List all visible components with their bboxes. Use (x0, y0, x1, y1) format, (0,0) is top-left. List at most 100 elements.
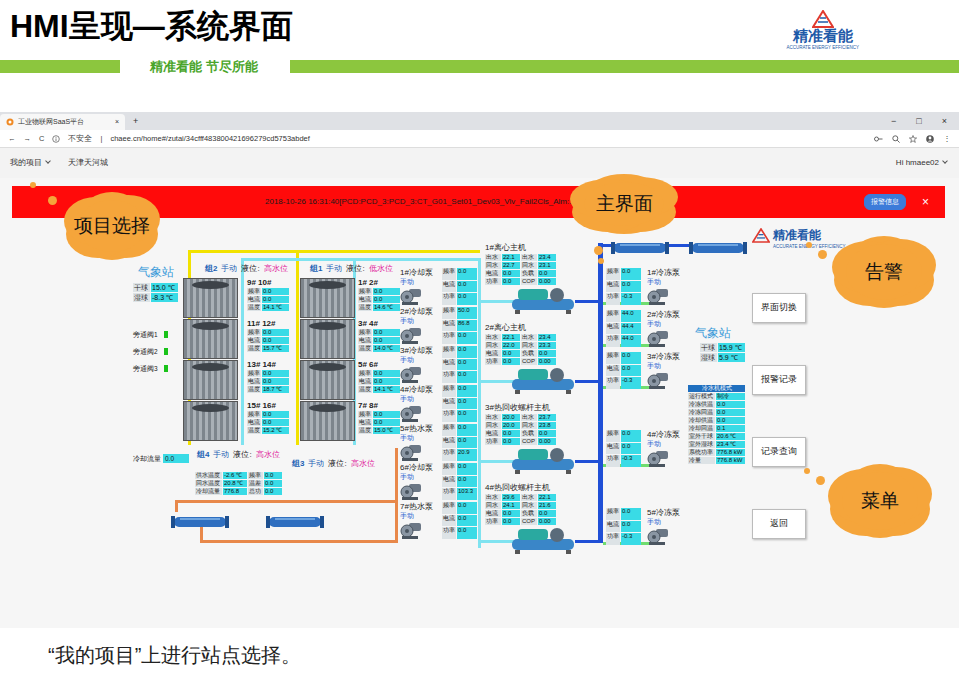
table-cell: 电流 (442, 515, 456, 527)
project-menu[interactable]: 我的项目 (10, 157, 50, 169)
weather-station-title: 气象站 (695, 326, 731, 340)
table-cell: 14.0 ℃ (373, 345, 400, 352)
table-cell: COP (521, 518, 537, 525)
pump-info: 7#热水泵手动 (400, 502, 440, 539)
chiller[interactable]: 4#热回收螺杆主机出水29.6出水22.1回水24.1回水21.6电流0.0负载… (485, 483, 580, 554)
mode-table: 冷水机模式运行模式制冷冷冻供温0.0冷冻回温0.0冷却供温0.0冷却回温0.1室… (688, 385, 745, 464)
pump[interactable]: 5#热水泵手动频率0.0电流0.0功率20.9 (400, 424, 477, 461)
cooling-tower-info: 13# 14#频率0.0电流0.0温度18.7 ℃ (247, 360, 289, 393)
valve-row: 旁通阀2 (133, 343, 168, 360)
url-field[interactable]: chaee.cn/home#/zutai/34cfff4838004216962… (110, 133, 309, 144)
pump[interactable]: 频率0.0电流0.0功率-0.33#冷冻泵手动 (606, 352, 687, 389)
table-cell: 0.0 (502, 278, 520, 285)
table-cell: 回水 (485, 502, 501, 509)
menu-button[interactable]: 界面切换 (752, 293, 806, 323)
menu-button[interactable]: 报警记录 (752, 365, 806, 395)
cooling-tower-icon (183, 319, 238, 359)
pump[interactable]: 3#冷却泵手动频率0.0电流0.0功率0.0 (400, 346, 477, 383)
pump[interactable]: 2#冷却泵手动频率50.0电流86.8功率0.0 (400, 307, 477, 344)
valve-status[interactable] (164, 348, 168, 355)
pump-icon (400, 481, 440, 500)
data-table: 频率0.0电流0.0功率20.9 (442, 424, 477, 461)
table-cell: 回水 (521, 422, 537, 429)
back-button[interactable]: ← (8, 133, 16, 144)
key-icon[interactable] (874, 135, 883, 143)
cooling-tower-info: 3# 4#频率0.0电流0.0温度14.0 ℃ (358, 319, 400, 352)
table-cell: 电流 (606, 443, 620, 455)
forward-button[interactable]: → (24, 133, 32, 144)
alarm-info-button[interactable]: 报警信息 (864, 194, 906, 210)
cooling-tower-icon (300, 319, 355, 359)
table-cell: 776.8 kW (716, 449, 745, 456)
pump-label: 1#冷冻泵 (647, 268, 687, 278)
pipe (241, 258, 244, 445)
maximize-button[interactable]: □ (916, 115, 921, 129)
pump[interactable]: 1#冷却泵手动频率0.0电流0.0功率0.0 (400, 268, 477, 305)
reload-button[interactable]: C (39, 133, 44, 144)
tab-close[interactable]: × (115, 117, 119, 128)
cooling-tower-info: 11# 12#频率0.0电流0.0温度15.7 ℃ (247, 319, 289, 352)
valve-status[interactable] (164, 331, 168, 338)
table-cell: 冷却回温 (688, 425, 715, 432)
browser-menu[interactable]: ⋮ (943, 133, 951, 144)
minimize-button[interactable]: − (891, 115, 896, 129)
new-tab-button[interactable]: + (125, 115, 146, 131)
menu-button[interactable]: 返回 (752, 509, 806, 539)
table-cell: 50.0 (457, 307, 477, 319)
pipe (480, 300, 515, 303)
pump-label: 4#冷却泵 (400, 385, 440, 395)
window-controls: − □ × (879, 115, 959, 131)
table-cell: 15.0 ℃ (151, 283, 178, 292)
table-cell: 20.9 (457, 449, 477, 461)
data-table: 频率0.0电流0.0功率-0.3 (606, 430, 641, 467)
table-cell: 0.0 (373, 419, 400, 426)
table-cell: 温度 (358, 386, 372, 393)
pump[interactable]: 4#冷却泵手动频率0.0电流0.0功率0.0 (400, 385, 477, 422)
chiller[interactable]: 1#离心主机出水22.1出水23.4回水22.7回水23.1电流0.0负载0.0… (485, 243, 580, 314)
pump[interactable]: 频率0.0电流0.0功率-0.35#冷冻泵手动 (606, 508, 687, 545)
table-cell: 频率 (358, 411, 372, 418)
zoom-icon[interactable] (892, 135, 900, 143)
account-icon[interactable] (926, 135, 934, 143)
menu-button[interactable]: 记录查询 (752, 437, 806, 467)
pipe (480, 540, 515, 543)
star-icon[interactable] (909, 135, 917, 143)
pump[interactable]: 6#冷却泵手动频率0.0电流0.0功率103.3 (400, 463, 477, 500)
table-cell: 0.0 (264, 488, 282, 495)
table-cell: 0.0 (621, 521, 641, 533)
table-cell: 0.0 (373, 329, 400, 336)
heat-exchanger-icon (170, 512, 230, 530)
pump[interactable]: 频率0.0电流0.0功率-0.31#冷冻泵手动 (606, 268, 687, 305)
table-cell: 22.1 (538, 494, 556, 501)
slogan: 精准看能 节尽所能 (120, 57, 290, 77)
close-button[interactable]: × (942, 115, 947, 129)
table-cell: 23.8 (538, 422, 556, 429)
table-cell: 电流 (442, 281, 456, 293)
pump[interactable]: 频率0.0电流0.0功率-0.34#冷冻泵手动 (606, 430, 687, 467)
valve-status[interactable] (164, 365, 168, 372)
site-name[interactable]: 天津天河城 (68, 157, 108, 169)
table-cell: 功率 (442, 293, 456, 305)
pipe (480, 460, 515, 463)
table-cell: 出水 (485, 254, 501, 261)
user-menu[interactable]: Hi hmaee02 (896, 157, 947, 169)
alarm-close[interactable]: × (916, 193, 935, 211)
browser-tab[interactable]: 工业物联网SaaS平台 × (0, 114, 125, 130)
pump-label: 6#冷却泵 (400, 463, 440, 473)
data-table: 频率0.0电流0.0温度18.7 ℃ (247, 370, 289, 393)
pump[interactable]: 7#热水泵手动频率0.0电流0.0功率0.0 (400, 502, 477, 539)
tower-group-label: 组4手动液位:高水位 (197, 450, 280, 460)
table-cell: -0.3 (621, 455, 641, 467)
table-cell: COP (521, 358, 537, 365)
table-cell: 0.0 (538, 350, 556, 357)
table-cell: 电流 (485, 270, 501, 277)
chiller[interactable]: 3#热回收螺杆主机出水20.0出水23.7回水20.0回水23.8电流0.0负载… (485, 403, 580, 474)
chiller[interactable]: 2#离心主机出水22.1出水23.4回水22.0回水23.3电流0.0负载0.0… (485, 323, 580, 394)
group-mode: 手动 (326, 264, 342, 274)
pump-mode: 手动 (400, 395, 440, 403)
table-cell: 44.0 (621, 310, 641, 322)
flow-value: 0.0 (163, 454, 189, 463)
pump[interactable]: 频率44.0电流44.4功率44.02#冷冻泵手动 (606, 310, 687, 347)
table-cell: 温度 (247, 345, 261, 352)
data-table: 频率0.0电流0.0功率0.0 (442, 346, 477, 383)
